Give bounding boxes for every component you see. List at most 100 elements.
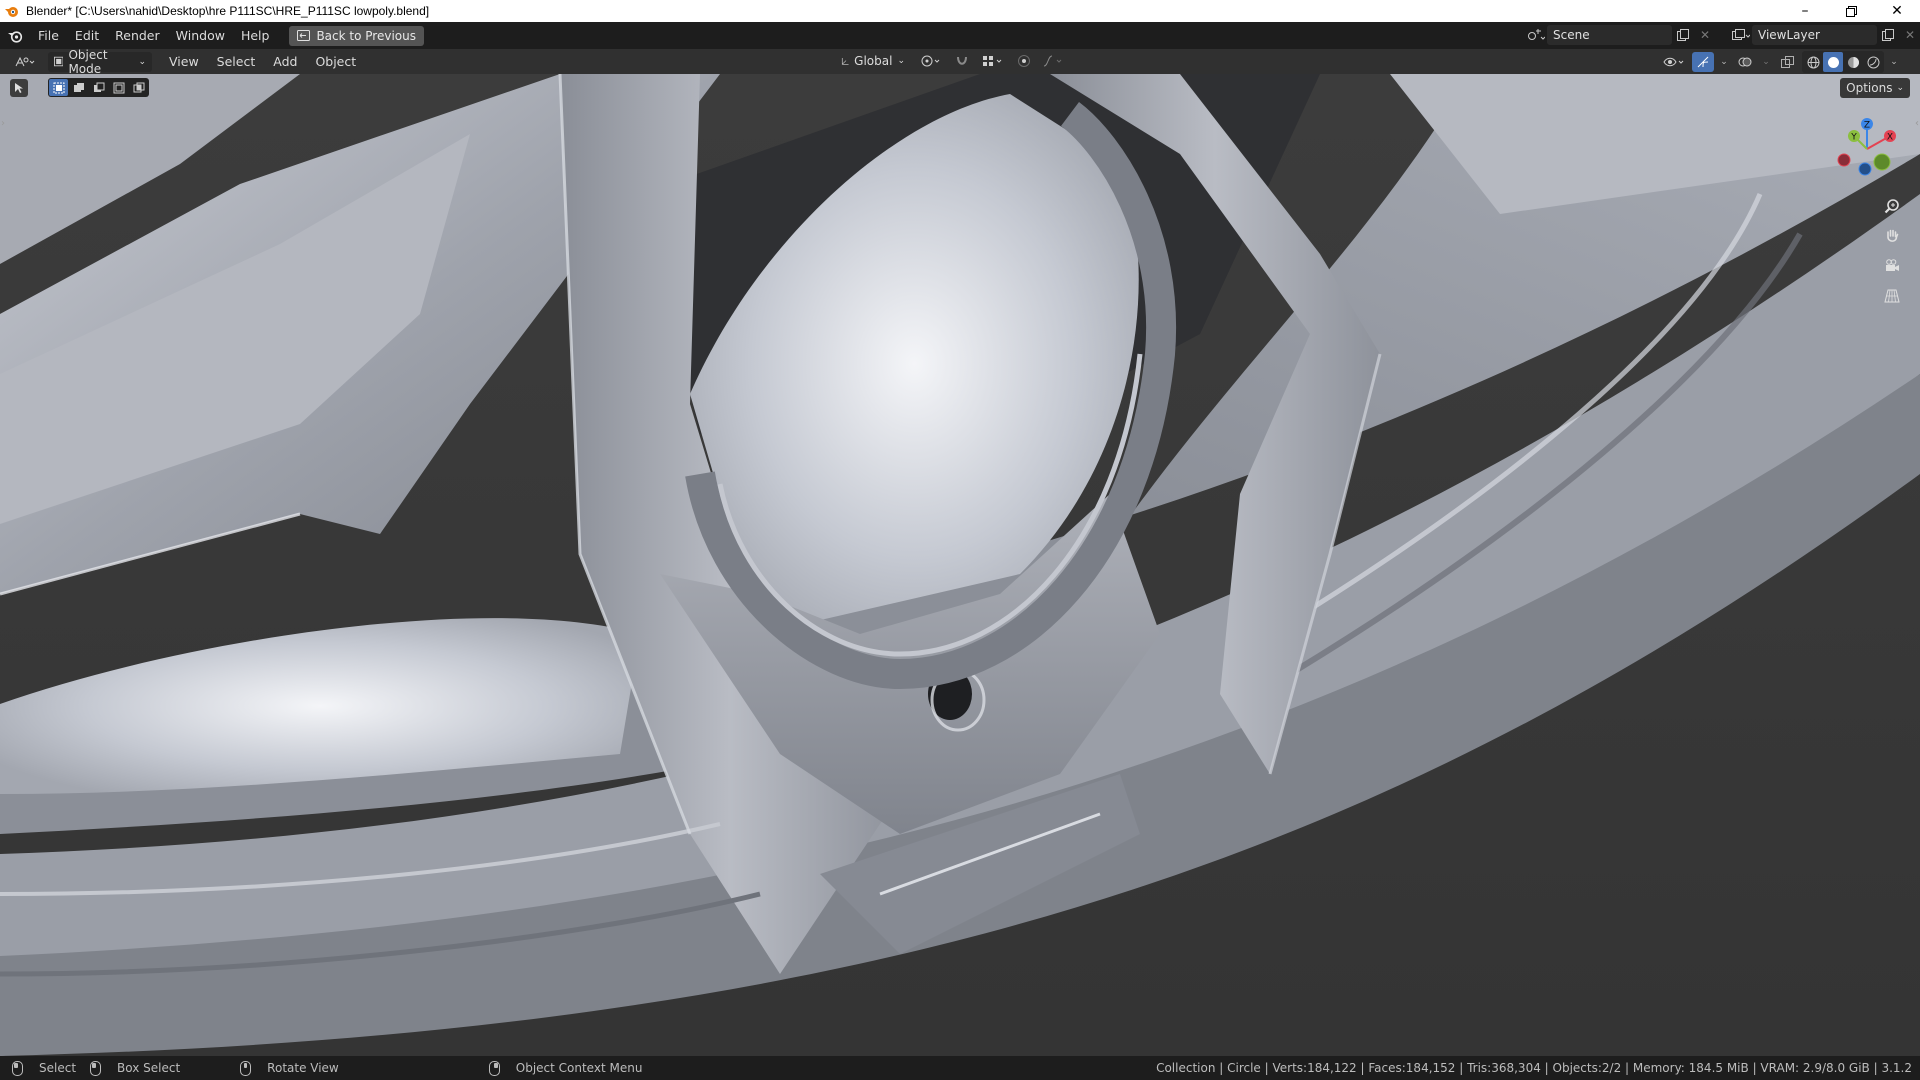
status-rotate-hint: Rotate View — [240, 1060, 339, 1076]
toolbar-expand-arrow-icon[interactable]: › — [1, 118, 5, 129]
window-titlebar: Blender* [C:\Users\nahid\Desktop\hre P11… — [0, 0, 1920, 22]
3d-viewport[interactable]: Options ⌄ › ‹ Z X Y — [0, 74, 1920, 1056]
options-label: Options — [1846, 81, 1893, 95]
status-bar: Select Box Select Rotate View Object Con… — [0, 1056, 1920, 1080]
menu-window[interactable]: Window — [168, 22, 233, 49]
mouse-drag-icon — [90, 1060, 102, 1076]
camera-view-icon[interactable] — [1880, 254, 1904, 278]
screen-back-icon — [297, 30, 311, 41]
wireframe-shading-icon[interactable] — [1803, 52, 1823, 72]
scene-copy-icon[interactable] — [1672, 25, 1694, 45]
overlays-toggle-icon[interactable] — [1734, 52, 1756, 72]
mouse-middle-icon — [240, 1060, 252, 1076]
object-visibility-icon[interactable] — [1660, 52, 1688, 72]
viewlayer-copy-icon[interactable] — [1877, 25, 1899, 45]
gizmo-x-label: X — [1887, 133, 1893, 143]
minimize-icon[interactable]: – — [1782, 0, 1828, 22]
viewlayer-remove-icon[interactable]: ✕ — [1899, 25, 1920, 45]
snap-toggle-icon[interactable] — [951, 51, 973, 71]
window-title: Blender* [C:\Users\nahid\Desktop\hre P11… — [26, 4, 430, 18]
back-to-previous-label: Back to Previous — [316, 28, 416, 43]
material-preview-icon[interactable] — [1843, 52, 1863, 72]
menu-edit[interactable]: Edit — [67, 22, 107, 49]
chevron-down-icon: ⌄ — [138, 56, 146, 67]
chevron-down-icon: ⌄ — [897, 56, 905, 66]
rendered-shading-icon[interactable] — [1863, 52, 1883, 72]
status-box-select-hint: Box Select — [90, 1060, 181, 1076]
proportional-editing-icon[interactable] — [1013, 51, 1035, 71]
navigation-buttons — [1880, 194, 1904, 308]
blender-app-icon — [5, 7, 18, 17]
gizmo-toggle-icon[interactable] — [1692, 52, 1714, 72]
pivot-point-icon[interactable] — [917, 51, 945, 71]
status-select-label: Select — [39, 1061, 77, 1075]
select-extend-icon[interactable] — [69, 79, 88, 96]
viewlayer-name: ViewLayer — [1758, 28, 1820, 42]
status-rotate-label: Rotate View — [267, 1061, 339, 1075]
selection-mode-group — [48, 78, 149, 97]
xray-toggle-icon[interactable] — [1776, 52, 1798, 72]
back-to-previous-button[interactable]: Back to Previous — [289, 25, 424, 46]
viewport-tool-row — [10, 78, 149, 97]
shading-dropdown-icon[interactable]: ⌄ — [1888, 52, 1900, 72]
add-menu[interactable]: Add — [264, 54, 306, 69]
select-tool-icon[interactable] — [10, 78, 28, 97]
options-dropdown[interactable]: Options ⌄ — [1840, 78, 1910, 98]
gizmo-neg-y-axis — [1873, 153, 1891, 171]
snap-increment-icon[interactable] — [979, 51, 1007, 71]
transform-tools: Global ⌄ — [835, 51, 1067, 71]
menu-render[interactable]: Render — [107, 22, 168, 49]
viewport-display-tools: ⌄ ⌄ ⌄ — [1660, 51, 1900, 73]
perspective-toggle-icon[interactable] — [1880, 284, 1904, 308]
scene-browse-icon[interactable] — [1525, 25, 1547, 45]
proportional-falloff-icon[interactable] — [1041, 51, 1067, 71]
gizmo-neg-z-axis — [1858, 162, 1872, 176]
pan-hand-icon[interactable] — [1880, 224, 1904, 248]
gizmo-z-label: Z — [1864, 121, 1870, 131]
viewlayer-browse-icon[interactable] — [1730, 25, 1752, 45]
solid-shading-icon[interactable] — [1823, 52, 1843, 72]
gizmo-neg-x-axis — [1837, 153, 1851, 167]
scene-selector-group: Scene ✕ ViewLayer ✕ — [1525, 25, 1920, 45]
object-mode-icon — [54, 56, 64, 67]
object-mode-label: Object Mode — [68, 47, 108, 76]
menu-help[interactable]: Help — [233, 22, 278, 49]
viewlayer-name-field[interactable]: ViewLayer — [1752, 25, 1877, 45]
object-menu[interactable]: Object — [306, 54, 365, 69]
view-menu[interactable]: View — [160, 54, 208, 69]
scene-remove-icon[interactable]: ✕ — [1694, 25, 1716, 45]
status-box-select-label: Box Select — [117, 1061, 181, 1075]
transform-orientation-label: Global — [854, 54, 893, 68]
select-new-icon[interactable] — [49, 79, 68, 96]
chevron-down-icon: ⌄ — [1896, 83, 1904, 93]
blender-topbar: File Edit Render Window Help Back to Pre… — [0, 22, 1920, 49]
scene-name-field[interactable]: Scene — [1547, 25, 1672, 45]
object-mode-dropdown[interactable]: Object Mode ⌄ — [48, 48, 152, 76]
mouse-left-icon — [12, 1060, 23, 1076]
status-context-menu-hint: Object Context Menu — [488, 1060, 643, 1076]
gizmo-dropdown-icon[interactable]: ⌄ — [1718, 52, 1730, 72]
menu-file[interactable]: File — [30, 22, 67, 49]
select-subtract-icon[interactable] — [89, 79, 108, 96]
navigation-gizmo[interactable]: Z X Y — [1832, 114, 1902, 184]
scene-name: Scene — [1553, 28, 1590, 42]
status-select-hint: Select — [12, 1060, 77, 1076]
select-intersect-icon[interactable] — [129, 79, 148, 96]
zoom-icon[interactable] — [1880, 194, 1904, 218]
restore-icon[interactable] — [1828, 0, 1874, 22]
blender-logo-icon[interactable] — [0, 29, 30, 43]
status-context-menu-label: Object Context Menu — [515, 1061, 643, 1075]
viewport-header: Object Mode ⌄ View Select Add Object Glo… — [0, 48, 1920, 76]
sidebar-expand-arrow-icon[interactable]: ‹ — [1915, 118, 1919, 129]
wheel-render — [0, 74, 1920, 1056]
transform-orientation-dropdown[interactable]: Global ⌄ — [835, 51, 911, 71]
mouse-right-icon — [488, 1060, 500, 1076]
global-orientation-icon — [841, 57, 849, 65]
scene-statistics: Collection | Circle | Verts:184,122 | Fa… — [1156, 1061, 1912, 1075]
gizmo-y-label: Y — [1850, 133, 1857, 143]
close-icon[interactable]: ✕ — [1874, 0, 1920, 22]
select-invert-icon[interactable] — [109, 79, 128, 96]
editor-type-icon[interactable] — [10, 52, 40, 72]
overlays-dropdown-icon[interactable]: ⌄ — [1760, 52, 1772, 72]
select-menu[interactable]: Select — [208, 54, 265, 69]
